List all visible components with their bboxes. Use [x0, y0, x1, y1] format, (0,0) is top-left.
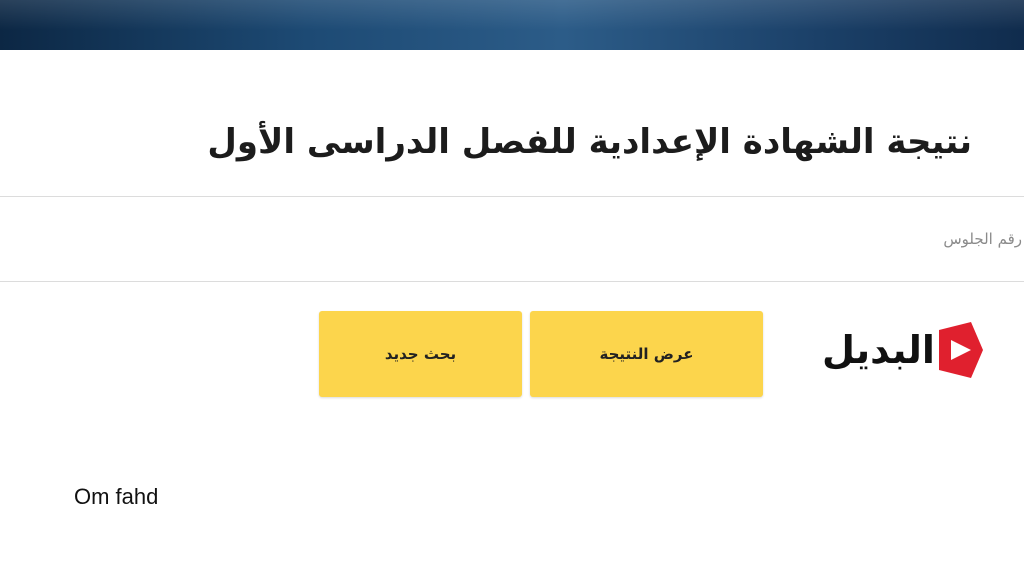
show-result-button[interactable]: عرض النتيجة: [530, 311, 763, 397]
site-logo: البديل: [822, 318, 1004, 382]
credit-text: Om fahd: [74, 484, 159, 509]
play-logo-icon: [938, 322, 983, 378]
divider-bottom: [0, 281, 1024, 282]
logo-text: البديل: [822, 328, 936, 372]
new-search-button[interactable]: بحث جديد: [319, 311, 522, 397]
seat-number-input[interactable]: [0, 197, 1024, 281]
top-banner: [0, 0, 1024, 50]
page-title: نتيجة الشهادة الإعدادية للفصل الدراسى ال…: [207, 122, 972, 162]
